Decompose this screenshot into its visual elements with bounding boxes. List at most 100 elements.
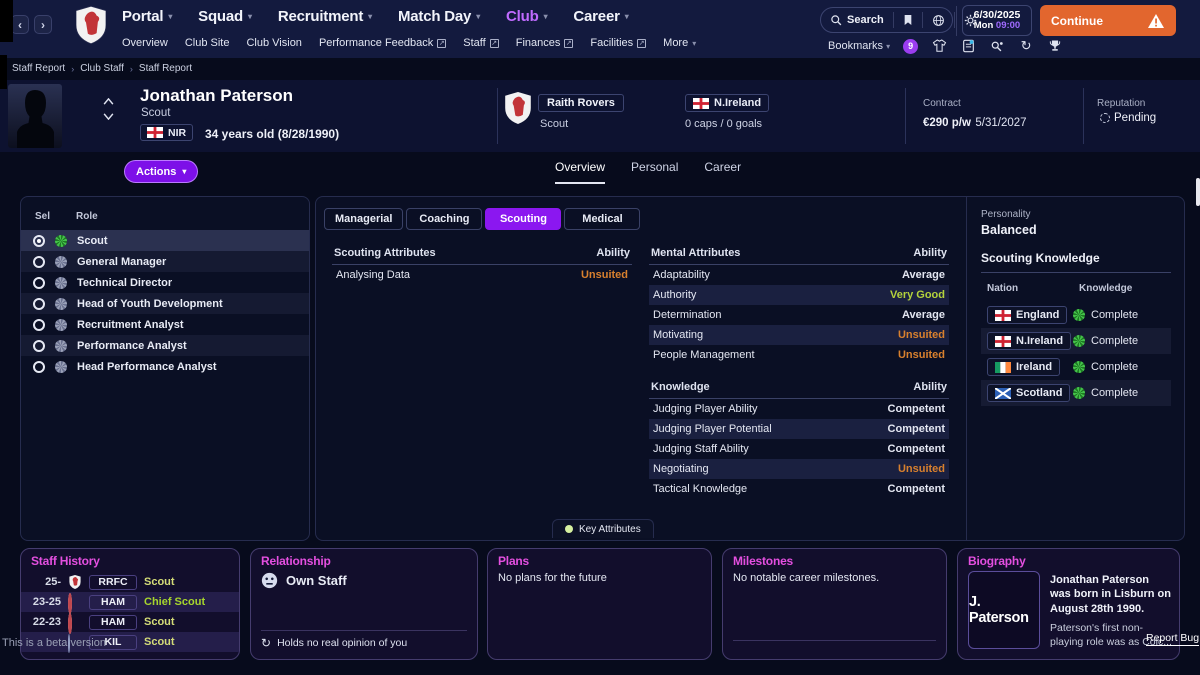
radio-button[interactable]	[33, 318, 45, 331]
role-row-recruitment-analyst[interactable]: Recruitment Analyst	[21, 314, 309, 335]
nation-row: England Complete	[981, 302, 1171, 328]
attribute-row: Judging Player Ability Competent	[653, 403, 945, 415]
report-bug-link[interactable]: Report Bug	[1146, 632, 1200, 646]
subnav-item-overview[interactable]: Overview	[122, 37, 168, 49]
attribute-row: Judging Player Potential Competent	[649, 419, 949, 439]
sync-icon[interactable]: ↻	[1018, 38, 1034, 54]
role-row-technical-director[interactable]: Technical Director	[21, 272, 309, 293]
reputation-icon	[1100, 113, 1110, 123]
tab-career[interactable]: Career	[704, 160, 741, 184]
knowledge-value: Complete	[1091, 387, 1139, 399]
continue-button[interactable]: Continue	[1040, 5, 1176, 36]
notifications-icon[interactable]: 9	[903, 38, 919, 54]
scrollbar-thumb[interactable]	[1196, 178, 1200, 206]
continue-label: Continue	[1051, 13, 1103, 28]
shirt-icon[interactable]	[931, 38, 947, 54]
subnav-item-finances[interactable]: Finances ↗	[516, 37, 574, 49]
world-button[interactable]	[921, 12, 954, 28]
nav-item-portal[interactable]: Portal ▾	[122, 8, 172, 25]
fm-staff-report-screen: ‹ › Portal ▾ Squad ▾ Recruitment ▾ Match Day ▾ C…	[0, 0, 1200, 675]
nationality-chip[interactable]: NIR	[140, 124, 194, 141]
club-badge-ham-icon	[68, 613, 82, 634]
key-attributes-legend[interactable]: Key Attributes	[552, 519, 654, 538]
attribute-value: Competent	[887, 403, 945, 415]
time-value: 09:00	[995, 20, 1021, 32]
nav-item-club[interactable]: Club ▾	[506, 8, 548, 25]
radio-button[interactable]	[33, 339, 45, 352]
subnav-item-performance-feedback[interactable]: Performance Feedback ↗	[319, 37, 447, 49]
nation-chip-scotland[interactable]: Scotland	[987, 384, 1071, 402]
history-role: Chief Scout	[144, 596, 206, 608]
tab-scouting[interactable]: Scouting	[485, 208, 562, 230]
forward-button[interactable]: ›	[34, 15, 52, 34]
nation-chip-ireland[interactable]: Ireland	[987, 358, 1061, 376]
tab-managerial[interactable]: Managerial	[324, 208, 404, 230]
prev-person-icon[interactable]	[103, 98, 114, 105]
search-bar[interactable]: Search	[820, 7, 976, 33]
back-button[interactable]: ‹	[11, 15, 29, 34]
attribute-value: Average	[901, 269, 945, 281]
nation-chip-england[interactable]: England	[987, 306, 1068, 324]
tab-medical[interactable]: Medical	[564, 208, 641, 230]
flag-bookmark-button[interactable]	[892, 12, 922, 28]
nation-chip-n-ireland[interactable]: N.Ireland	[987, 332, 1072, 350]
attribute-row: Judging Staff Ability Competent	[653, 443, 945, 455]
flag-ireland-icon	[995, 361, 1011, 373]
bookmarks-dropdown[interactable]: Bookmarks ▾	[828, 40, 890, 52]
divider	[733, 640, 936, 641]
tab-personal[interactable]: Personal	[631, 160, 678, 184]
role-row-head-performance-analyst[interactable]: Head Performance Analyst	[21, 356, 309, 377]
column-role: Role	[76, 211, 98, 222]
chevron-down-icon: ▾	[692, 38, 697, 48]
actions-button[interactable]: Actions ▾	[124, 160, 199, 183]
trophy-icon[interactable]	[1047, 38, 1063, 54]
subnav-item-more[interactable]: More ▾	[663, 37, 696, 49]
national-team-chip[interactable]: N.Ireland	[685, 94, 770, 112]
nav-item-match-day[interactable]: Match Day ▾	[398, 8, 480, 25]
radio-button[interactable]	[33, 360, 45, 373]
relationship-card: Relationship Own Staff ↻ Holds no real o…	[250, 548, 478, 660]
nav-item-squad[interactable]: Squad ▾	[198, 8, 252, 25]
tab-coaching[interactable]: Coaching	[406, 208, 483, 230]
radio-button[interactable]	[33, 276, 45, 289]
scouting-knowledge-title: Scouting Knowledge	[981, 251, 1171, 273]
subnav-item-club-vision[interactable]: Club Vision	[246, 37, 301, 49]
radio-button[interactable]	[33, 234, 45, 247]
biography-name: J. Paterson	[969, 594, 1029, 626]
role-row-performance-analyst[interactable]: Performance Analyst	[21, 335, 309, 356]
breadcrumb-item[interactable]: Club Staff	[80, 63, 124, 74]
role-row-scout[interactable]: Scout	[21, 230, 309, 251]
radio-button[interactable]	[33, 297, 45, 310]
external-link-icon: ↗	[437, 38, 447, 48]
chevron-down-icon: ▾	[543, 12, 548, 21]
club-chip-ham[interactable]: HAM	[89, 594, 137, 610]
subnav-item-facilities[interactable]: Facilities ↗	[590, 37, 647, 49]
nav-item-career[interactable]: Career ▾	[573, 8, 628, 25]
subnav-item-club-site[interactable]: Club Site	[185, 37, 230, 49]
reputation-value: Pending	[1114, 112, 1157, 124]
scouting-icon[interactable]	[989, 38, 1005, 54]
search-field[interactable]: Search	[821, 12, 893, 28]
club-chip-rrfc[interactable]: RRFC	[89, 574, 137, 590]
role-row-general-manager[interactable]: General Manager	[21, 251, 309, 272]
breadcrumb-item[interactable]: Staff Report	[12, 63, 65, 74]
chevron-down-icon: ▾	[168, 12, 173, 21]
chevron-down-icon: ▾	[182, 167, 187, 176]
breadcrumb-item[interactable]: Staff Report	[139, 63, 192, 74]
subnav-item-staff[interactable]: Staff ↗	[463, 37, 499, 49]
nav-item-recruitment[interactable]: Recruitment ▾	[278, 8, 372, 25]
club-crest-icon[interactable]	[76, 6, 106, 44]
radio-button[interactable]	[33, 255, 45, 268]
role-wheel-icon	[55, 276, 67, 289]
role-wheel-icon	[55, 234, 67, 247]
news-card-icon[interactable]	[960, 38, 976, 54]
role-row-head-of-youth-development[interactable]: Head of Youth Development	[21, 293, 309, 314]
chevron-down-icon: ▾	[247, 12, 252, 21]
biography-bold-text: Jonathan Paterson was born in Lisburn on…	[1050, 574, 1171, 615]
role-wheel-icon	[55, 318, 67, 331]
attribute-value: Average	[901, 309, 945, 321]
next-person-icon[interactable]	[103, 113, 114, 120]
tab-overview[interactable]: Overview	[555, 160, 606, 184]
club-link[interactable]: Raith Rovers	[538, 94, 624, 112]
club-chip-ham[interactable]: HAM	[89, 614, 137, 630]
